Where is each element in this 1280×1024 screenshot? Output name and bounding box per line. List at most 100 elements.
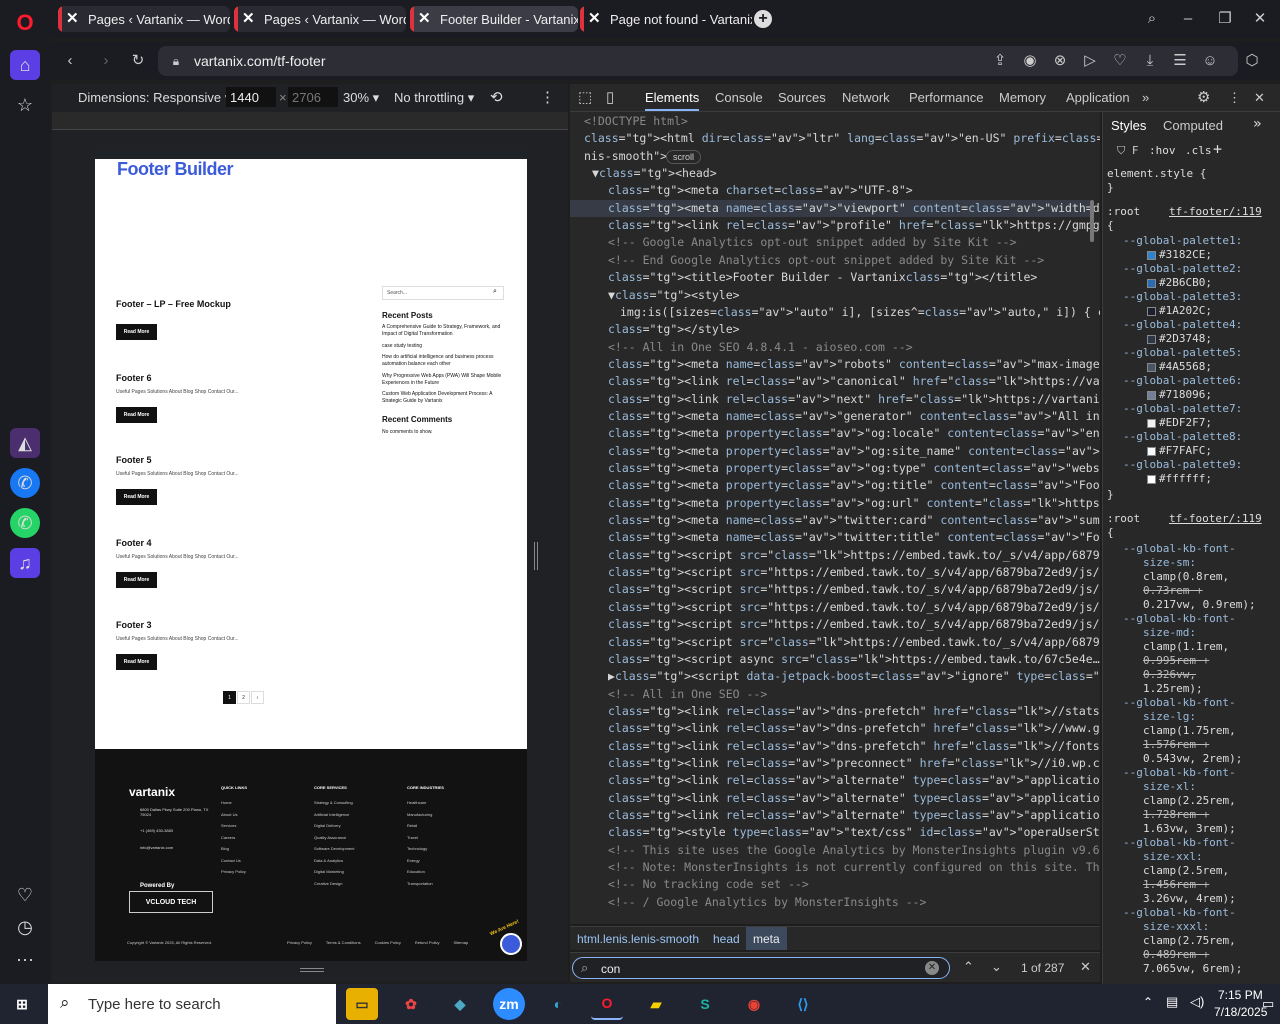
- previous-match-icon[interactable]: ⌃: [963, 959, 974, 975]
- dom-node-line[interactable]: class="tg"><meta name=class="av">"twitte…: [608, 512, 1100, 529]
- footer-link[interactable]: Strategy & Consulting: [314, 797, 354, 809]
- footer-link[interactable]: Sitemap: [454, 940, 469, 945]
- paint-icon[interactable]: ✿: [395, 988, 427, 1020]
- css-variable-value[interactable]: 0.326vw,: [1143, 668, 1196, 682]
- css-variable-value[interactable]: #1A202C;: [1147, 304, 1212, 318]
- close-search-icon[interactable]: ✕: [1080, 959, 1091, 975]
- crumb-html[interactable]: html.lenis.lenis-smooth: [577, 932, 699, 946]
- css-variable-value[interactable]: 0.217vw, 0.9rem);: [1143, 598, 1256, 612]
- adblock-icon[interactable]: ⊗: [1050, 51, 1070, 71]
- zoom-select[interactable]: 30% ▾: [343, 90, 379, 106]
- footer-logo[interactable]: vartanix: [129, 785, 175, 799]
- css-variable-value[interactable]: 0.543vw, 2rem);: [1143, 752, 1242, 766]
- tab-sources[interactable]: Sources: [778, 90, 826, 105]
- next-match-icon[interactable]: ⌄: [991, 959, 1002, 975]
- dom-node-line[interactable]: class="tg"><script src="class="lk">https…: [608, 634, 1100, 651]
- dom-node-line[interactable]: <!-- / Google Analytics by MonsterInsigh…: [608, 894, 927, 911]
- close-devtools-icon[interactable]: ✕: [1254, 90, 1265, 106]
- css-variable-value[interactable]: 1.25rem);: [1143, 682, 1203, 696]
- rotate-icon[interactable]: ⟲: [490, 88, 503, 106]
- dom-node-line[interactable]: class="tg"><meta name=class="av">"robots…: [608, 356, 1100, 373]
- dom-node-line[interactable]: class="tg"><link rel=class="av">"canonic…: [608, 373, 1100, 390]
- css-variable-value[interactable]: #4A5568;: [1147, 360, 1212, 374]
- footer-link[interactable]: Terms & Conditions: [326, 940, 361, 945]
- rule-source-link[interactable]: tf-footer/:119: [1169, 205, 1262, 219]
- post-title[interactable]: Footer 6: [116, 373, 152, 383]
- footer-link[interactable]: Data & Analytics: [314, 855, 354, 867]
- maximize-icon[interactable]: ❐: [1215, 9, 1235, 29]
- css-variable-value[interactable]: 1.456rem +: [1143, 878, 1209, 892]
- zoom-icon[interactable]: zm: [493, 988, 525, 1020]
- url-field[interactable]: 🔒︎ vartanix.com/tf-footer ⇪ ◉ ⊗ ▷ ♡ ⤓ ☰ …: [158, 46, 1238, 76]
- search-icon[interactable]: ⌕: [493, 288, 497, 296]
- opera-icon[interactable]: O: [591, 988, 623, 1020]
- recent-post-link[interactable]: Why Progressive Web Apps (PWA) Will Shap…: [382, 373, 506, 386]
- clock-time[interactable]: 7:15 PM: [1218, 988, 1263, 1002]
- css-variable-value[interactable]: clamp(0.8rem,: [1143, 570, 1229, 584]
- heart-icon[interactable]: ♡: [10, 880, 40, 910]
- share-icon[interactable]: ⇪: [990, 51, 1010, 71]
- app-s-icon[interactable]: S: [689, 988, 721, 1020]
- footer-link[interactable]: Careers: [221, 832, 246, 844]
- recent-post-link[interactable]: Custom Web Application Development Proce…: [382, 391, 506, 404]
- send-icon[interactable]: ▷: [1080, 51, 1100, 71]
- whatsapp-icon[interactable]: ✆: [10, 508, 40, 538]
- dom-node-line[interactable]: class="tg"><title>Footer Builder - Varta…: [608, 269, 1037, 286]
- dom-node-line[interactable]: nis-smooth">: [584, 148, 667, 165]
- more-tabs-icon[interactable]: »: [1142, 90, 1149, 105]
- css-variable-value[interactable]: clamp(1.1rem,: [1143, 640, 1229, 654]
- dom-node-line[interactable]: class="tg"><script async src="class="lk"…: [608, 651, 1100, 668]
- start-windows-icon[interactable]: ⊞: [6, 988, 38, 1020]
- tab-pages-2[interactable]: ✕ Pages ‹ Vartanix — WordP: [234, 6, 406, 32]
- more-options-icon[interactable]: ⋮: [540, 88, 555, 106]
- media-query-ruler[interactable]: [52, 112, 568, 130]
- throttling-select[interactable]: No throttling ▾: [394, 90, 474, 106]
- dom-node-line[interactable]: <!DOCTYPE html>: [584, 113, 688, 130]
- css-variable-value[interactable]: 0.489rem +: [1143, 948, 1209, 962]
- sticky-notes-icon[interactable]: ▰: [640, 988, 672, 1020]
- new-rule-icon[interactable]: +: [1213, 142, 1222, 157]
- crumb-meta[interactable]: meta: [746, 927, 787, 950]
- star-icon[interactable]: ☆: [10, 90, 40, 120]
- history-icon[interactable]: ◷: [10, 912, 40, 942]
- dom-node-line[interactable]: ▼class="tg"><style>: [608, 287, 740, 304]
- read-more-button[interactable]: Read More: [116, 572, 157, 588]
- scroll-badge[interactable]: scroll: [666, 150, 702, 164]
- css-variable-value[interactable]: #EDF2F7;: [1147, 416, 1212, 430]
- css-variable-value[interactable]: #3182CE;: [1147, 248, 1212, 262]
- elements-tree[interactable]: <!DOCTYPE html> class="tg"><html dir=clas…: [570, 112, 1100, 924]
- crumb-head[interactable]: head: [713, 932, 740, 946]
- css-variable-value[interactable]: #F7FAFC;: [1147, 444, 1212, 458]
- rule-source-link[interactable]: tf-footer/:119: [1169, 512, 1262, 526]
- css-variable-value[interactable]: 1.728rem +: [1143, 808, 1209, 822]
- chat-widget-button[interactable]: [500, 933, 522, 955]
- volume-icon[interactable]: ◁): [1190, 994, 1204, 1010]
- footer-link[interactable]: Home: [221, 797, 246, 809]
- dom-node-line[interactable]: class="tg"><html dir=class="av">"ltr" la…: [584, 130, 1100, 147]
- favorite-icon[interactable]: ♡: [1110, 51, 1130, 71]
- dom-node-line[interactable]: ▼class="tg"><head>: [592, 165, 717, 182]
- footer-link[interactable]: Cookies Policy: [375, 940, 401, 945]
- device-toggle-icon[interactable]: ▯: [606, 88, 614, 106]
- tab-console[interactable]: Console: [715, 90, 763, 105]
- dom-node-line[interactable]: class="tg"><meta name=class="av">"viewpo…: [570, 199, 1100, 217]
- dom-node-line[interactable]: class="tg"><script src="class="lk">https…: [608, 547, 1100, 564]
- more-icon[interactable]: ···: [10, 944, 40, 974]
- css-variable-value[interactable]: #2D3748;: [1147, 332, 1212, 346]
- footer-link[interactable]: Technology: [407, 843, 433, 855]
- dom-node-line[interactable]: class="tg"><link rel=class="av">"dns-pre…: [608, 703, 1100, 720]
- css-variable-value[interactable]: 3.26vw, 4rem);: [1143, 892, 1236, 906]
- dom-node-line[interactable]: class="tg"><link rel=class="av">"dns-pre…: [608, 738, 1100, 755]
- css-variable-value[interactable]: clamp(2.5rem,: [1143, 864, 1229, 878]
- dom-node-line[interactable]: class="tg"><link rel=class="av">"alterna…: [608, 772, 1100, 789]
- tab-elements[interactable]: Elements: [645, 90, 700, 111]
- tray-chevron-icon[interactable]: ⌃: [1143, 995, 1153, 1009]
- footer-link[interactable]: Refund Policy: [415, 940, 440, 945]
- footer-link[interactable]: Services: [221, 820, 246, 832]
- footer-link[interactable]: Software Development: [314, 843, 354, 855]
- resize-handle-right[interactable]: [534, 542, 538, 570]
- page-2-link[interactable]: 2: [237, 691, 250, 704]
- css-variable-value[interactable]: #ffffff;: [1147, 472, 1212, 486]
- tab-not-found[interactable]: ✕ Page not found - Vartanix: [580, 6, 752, 32]
- footer-link[interactable]: About Us: [221, 809, 246, 821]
